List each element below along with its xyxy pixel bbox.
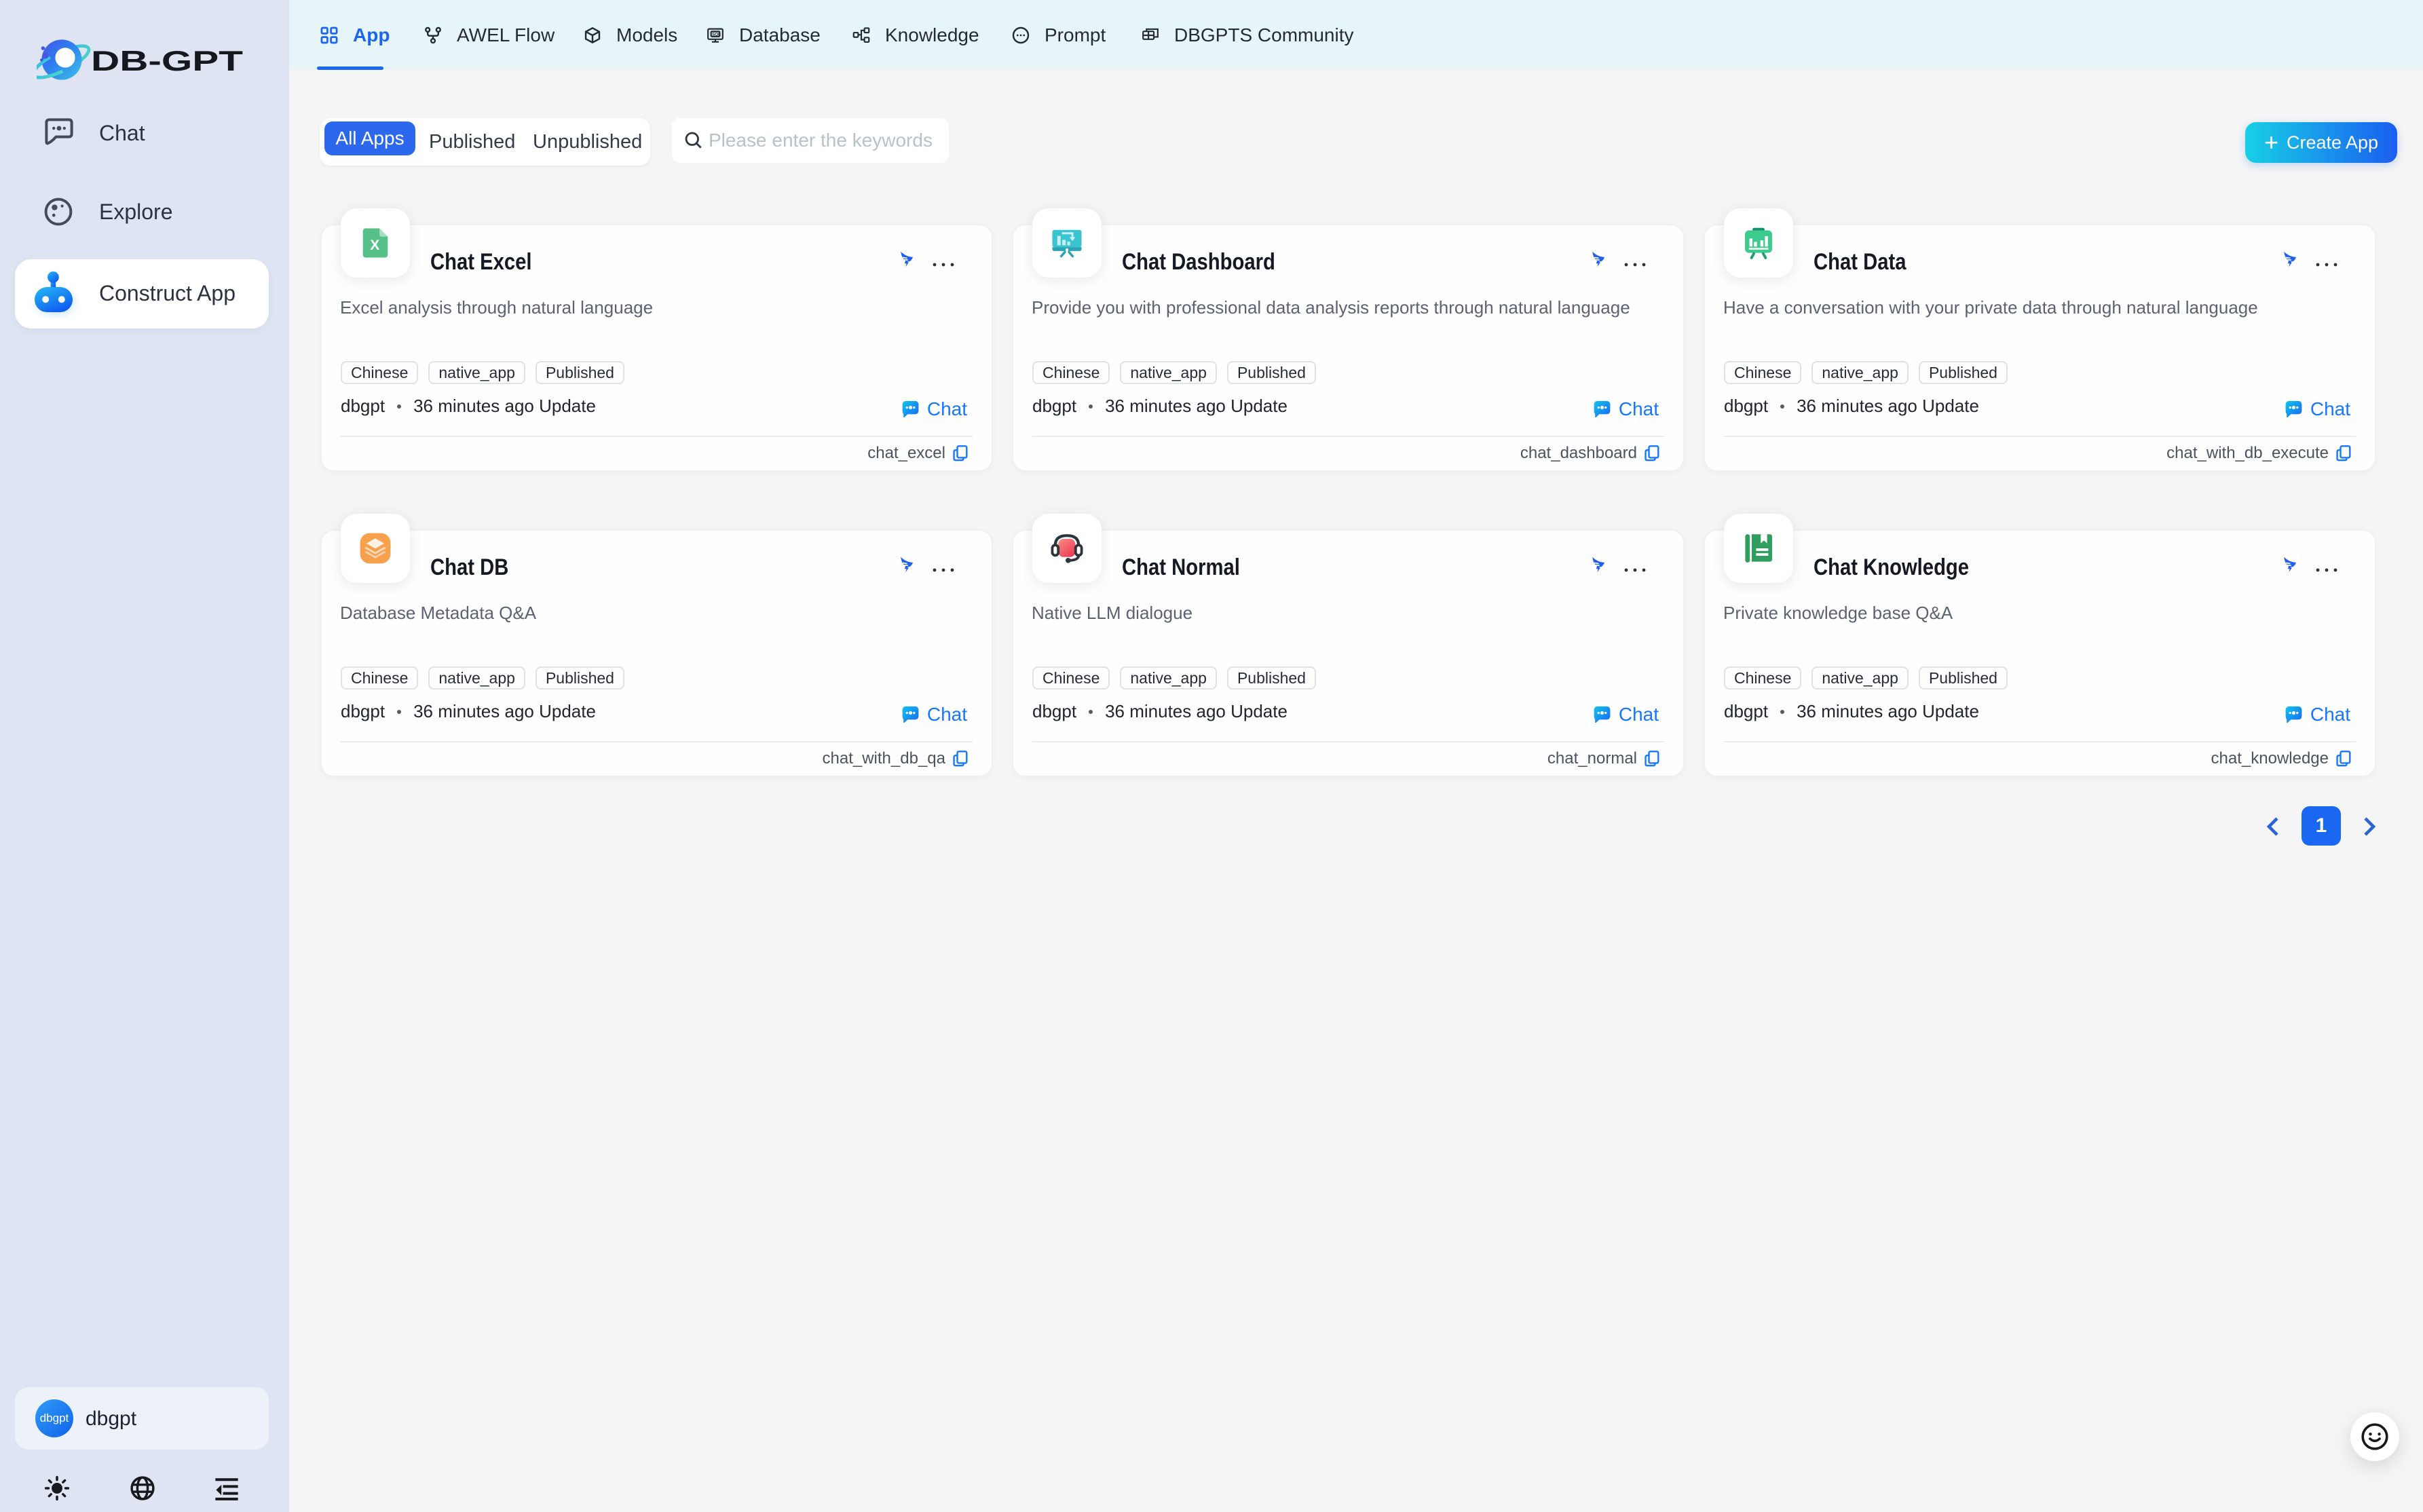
svg-text:DB-GPT: DB-GPT bbox=[91, 45, 243, 77]
svg-text:SQL: SQL bbox=[712, 32, 721, 37]
